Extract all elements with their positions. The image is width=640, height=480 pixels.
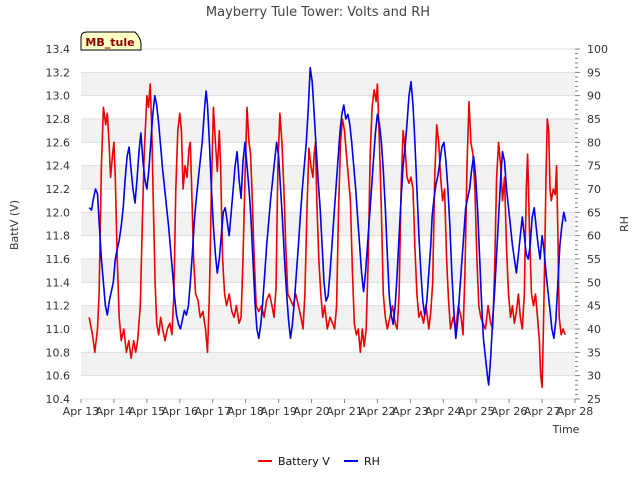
grid-band bbox=[81, 189, 575, 213]
y-left-tick-label: 10.8 bbox=[46, 346, 71, 359]
y-left-tick-label: 13.0 bbox=[46, 90, 71, 103]
x-tick-label: Apr 23 bbox=[392, 405, 429, 418]
y-right-tick-label: 100 bbox=[587, 43, 608, 56]
y-left-tick-label: 13.4 bbox=[46, 43, 71, 56]
y-right-tick-label: 75 bbox=[587, 160, 601, 173]
y-right-tick-label: 85 bbox=[587, 113, 601, 126]
x-tick-label: Apr 13 bbox=[63, 405, 100, 418]
x-tick-label: Apr 16 bbox=[162, 405, 199, 418]
y-left-tick-label: 11.6 bbox=[46, 253, 71, 266]
y-right-tick-label: 95 bbox=[587, 66, 601, 79]
y-right-tick-label: 60 bbox=[587, 230, 601, 243]
x-tick-label: Apr 18 bbox=[227, 405, 264, 418]
x-tick-label: Apr 27 bbox=[524, 405, 561, 418]
station-label-text: MB_tule bbox=[85, 36, 134, 49]
grid-band bbox=[81, 352, 575, 376]
y-right-tick-label: 45 bbox=[587, 300, 601, 313]
y-right-tick-label: 55 bbox=[587, 253, 601, 266]
grid-band bbox=[81, 49, 575, 73]
chart: Mayberry Tule Tower: Volts and RH MB_tul… bbox=[8, 5, 631, 468]
y-left-tick-label: 13.2 bbox=[46, 66, 71, 79]
y-left-tick-label: 12.4 bbox=[46, 160, 71, 173]
x-axis: Apr 13Apr 14Apr 15Apr 16Apr 17Apr 18Apr … bbox=[63, 399, 594, 418]
y-left-tick-label: 11.4 bbox=[46, 276, 71, 289]
grid-band bbox=[81, 72, 575, 96]
y-right-tick-label: 65 bbox=[587, 206, 601, 219]
grid-band bbox=[81, 212, 575, 236]
y-right-tick-label: 35 bbox=[587, 346, 601, 359]
y-axis-right: 25 30 35 40 45 50 55 60 65 70 75 80 85 90 95 100 bbox=[575, 43, 608, 406]
x-tick-label: Apr 22 bbox=[359, 405, 396, 418]
y-right-tick-label: 80 bbox=[587, 136, 601, 149]
y-axis-left: 10.4 10.6 10.8 11.0 11.2 11.4 11.6 11.8 12.0 12.2… bbox=[46, 43, 71, 406]
x-tick-label: Apr 14 bbox=[96, 405, 133, 418]
y-left-tick-label: 12.6 bbox=[46, 136, 71, 149]
legend: Battery V RH bbox=[258, 455, 380, 468]
x-tick-label: Apr 19 bbox=[260, 405, 297, 418]
grid-band bbox=[81, 375, 575, 399]
legend-label-battery: Battery V bbox=[278, 455, 330, 468]
x-tick-label: Apr 28 bbox=[557, 405, 594, 418]
y-left-tick-label: 11.8 bbox=[46, 230, 71, 243]
y-left-tick-label: 11.0 bbox=[46, 323, 71, 336]
y-right-tick-label: 30 bbox=[587, 370, 601, 383]
x-tick-label: Apr 25 bbox=[458, 405, 495, 418]
y-right-tick-label: 70 bbox=[587, 183, 601, 196]
y-axis-right-title: RH bbox=[618, 216, 631, 232]
grid-bands bbox=[81, 48, 575, 400]
x-tick-label: Apr 15 bbox=[129, 405, 166, 418]
x-tick-label: Apr 26 bbox=[491, 405, 528, 418]
y-right-tick-label: 40 bbox=[587, 323, 601, 336]
y-axis-left-title: BattV (V) bbox=[8, 200, 21, 250]
x-tick-label: Apr 21 bbox=[326, 405, 363, 418]
grid-band bbox=[81, 119, 575, 143]
y-left-tick-label: 11.2 bbox=[46, 300, 71, 313]
chart-title: Mayberry Tule Tower: Volts and RH bbox=[206, 5, 430, 20]
y-right-tick-label: 25 bbox=[587, 393, 601, 406]
x-tick-label: Apr 17 bbox=[194, 405, 231, 418]
y-left-tick-label: 10.4 bbox=[46, 393, 71, 406]
y-left-tick-label: 10.6 bbox=[46, 370, 71, 383]
y-right-tick-label: 50 bbox=[587, 276, 601, 289]
y-right-tick-label: 90 bbox=[587, 90, 601, 103]
x-tick-label: Apr 24 bbox=[425, 405, 462, 418]
y-left-tick-label: 12.2 bbox=[46, 183, 71, 196]
legend-label-rh: RH bbox=[364, 455, 380, 468]
x-axis-title: Time bbox=[552, 423, 580, 436]
y-left-tick-label: 12.0 bbox=[46, 206, 71, 219]
grid-band bbox=[81, 329, 575, 353]
y-left-tick-label: 12.8 bbox=[46, 113, 71, 126]
station-label: MB_tule bbox=[80, 31, 142, 51]
x-tick-label: Apr 20 bbox=[293, 405, 330, 418]
